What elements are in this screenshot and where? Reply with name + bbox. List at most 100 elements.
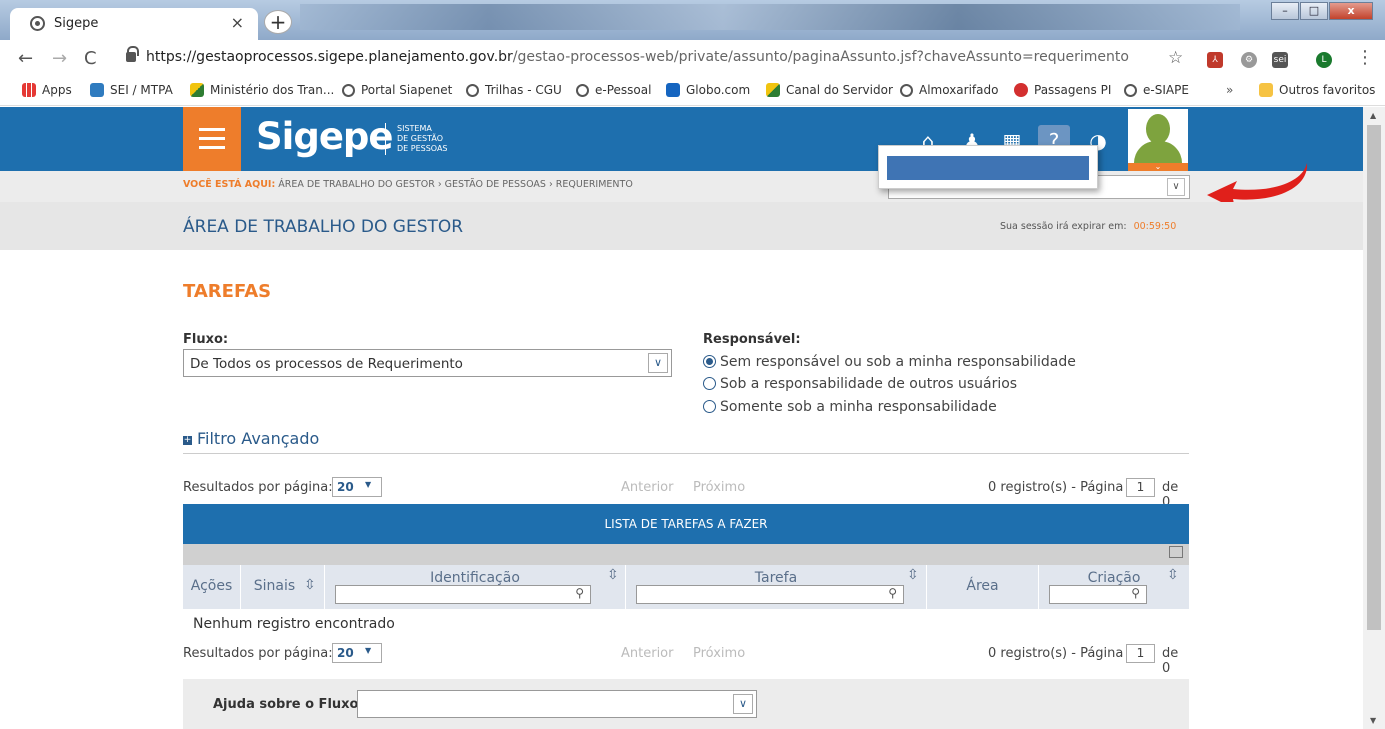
chevron-down-icon[interactable]: ∨	[733, 694, 753, 714]
section-title: TAREFAS	[183, 281, 272, 302]
col-sinais[interactable]: Sinais ⇳	[241, 565, 325, 609]
prev-link[interactable]: Anterior	[621, 646, 673, 661]
sort-icon[interactable]: ⇳	[1167, 567, 1179, 583]
sort-icon[interactable]: ⇳	[304, 577, 316, 593]
radio-minha-responsabilidade[interactable]: Somente sob a minha responsabilidade	[703, 399, 997, 415]
pager-bottom: Resultados por página: 20 ▼ Anterior Próx…	[183, 643, 1189, 676]
chevron-down-icon[interactable]: ∨	[648, 353, 668, 373]
rpp-label: Resultados por página:	[183, 646, 333, 661]
back-icon[interactable]: ←	[18, 48, 33, 69]
ajuda-fluxo-panel: Ajuda sobre o Fluxo ∨	[183, 679, 1189, 729]
col-tarefa[interactable]: Tarefa ⇳ ⚲	[626, 565, 927, 609]
chevron-down-icon[interactable]: ∨	[1167, 178, 1185, 196]
breadcrumb-here-label: VOCÊ ESTÁ AQUI:	[183, 179, 276, 190]
radio-checked-icon[interactable]	[703, 355, 716, 368]
profile-icon[interactable]: L	[1316, 52, 1332, 68]
page-total: de 0	[1162, 646, 1179, 676]
breadcrumb-item-area[interactable]: ÁREA DE TRABALHO DO GESTOR	[278, 179, 435, 190]
scroll-up-icon[interactable]: ▲	[1370, 111, 1376, 120]
session-time: 00:59:50	[1133, 221, 1177, 232]
rpp-select[interactable]: 20 ▼	[332, 477, 382, 497]
tab-title: Sigepe	[54, 16, 99, 31]
globe-icon	[466, 84, 479, 97]
sei-extension-icon[interactable]: sei	[1272, 52, 1288, 68]
profile-popup-highlight[interactable]	[887, 156, 1089, 180]
fluxo-select[interactable]: De Todos os processos de Requerimento ∨	[183, 349, 672, 377]
flag-icon	[190, 83, 204, 97]
page-title: ÁREA DE TRABALHO DO GESTOR	[183, 217, 464, 237]
bookmark-apps[interactable]: Apps	[22, 83, 72, 97]
criacao-filter-input[interactable]: ⚲	[1049, 585, 1147, 604]
radio-unchecked-icon[interactable]	[703, 377, 716, 390]
fluxo-select-value: De Todos os processos de Requerimento	[190, 356, 463, 372]
bookmark-trilhas[interactable]: Trilhas - CGU	[466, 83, 562, 97]
reload-icon[interactable]: C	[84, 48, 97, 69]
bookmark-epessoal[interactable]: e-Pessoal	[576, 83, 651, 97]
logo-subtitle: SISTEMA DE GESTÃO DE PESSOAS	[397, 124, 448, 153]
chevron-right-icon: ›	[437, 179, 445, 190]
next-link[interactable]: Próximo	[693, 646, 745, 661]
close-window-button[interactable]: x	[1329, 2, 1373, 20]
session-timer: Sua sessão irá expirar em: 00:59:50	[1000, 221, 1176, 232]
bookmark-ministerio[interactable]: Ministério dos Tran...	[190, 83, 334, 97]
tab-close-icon[interactable]: ×	[231, 13, 244, 32]
hamburger-menu-button[interactable]	[183, 107, 241, 171]
bookmark-almoxarifado[interactable]: Almoxarifado	[900, 83, 998, 97]
bookmark-sei[interactable]: SEI / MTPA	[90, 83, 173, 97]
new-tab-button[interactable]: +	[264, 10, 292, 34]
tarefa-filter-input[interactable]: ⚲	[636, 585, 904, 604]
apps-grid-icon	[22, 83, 36, 97]
plus-icon: +	[183, 435, 192, 445]
identificacao-filter-input[interactable]: ⚲	[335, 585, 591, 604]
url-field[interactable]: https://gestaoprocessos.sigepe.planejame…	[116, 44, 1196, 72]
profile-popup[interactable]	[878, 145, 1098, 189]
breadcrumb-item-gestao[interactable]: GESTÃO DE PESSOAS	[445, 179, 546, 190]
bookmark-other[interactable]: Outros favoritos	[1259, 83, 1375, 97]
browser-menu-icon[interactable]: ⋮	[1356, 47, 1374, 68]
page-scrollbar[interactable]: ▲ ▼	[1363, 107, 1385, 729]
bookmark-star-icon[interactable]: ☆	[1168, 48, 1183, 68]
settings-extension-icon[interactable]: ⚙	[1241, 52, 1257, 68]
registros-count: 0 registro(s) - Página	[988, 480, 1124, 495]
maximize-button[interactable]: □	[1300, 2, 1328, 20]
globe-icon	[576, 84, 589, 97]
avatar[interactable]: ⌄	[1128, 109, 1188, 171]
prev-link[interactable]: Anterior	[621, 480, 673, 495]
ajuda-select[interactable]: ∨	[357, 690, 757, 718]
next-link[interactable]: Próximo	[693, 480, 745, 495]
logo-divider	[385, 123, 386, 155]
bookmark-canal[interactable]: Canal do Servidor	[766, 83, 893, 97]
filtro-avancado-toggle[interactable]: + Filtro Avançado	[183, 429, 319, 448]
expand-icon[interactable]	[1169, 546, 1183, 558]
bookmark-globo[interactable]: Globo.com	[666, 83, 750, 97]
col-identificacao[interactable]: Identificação ⇳ ⚲	[325, 565, 626, 609]
minimize-button[interactable]: –	[1271, 2, 1299, 20]
radio-outros-usuarios[interactable]: Sob a responsabilidade de outros usuário…	[703, 376, 1017, 392]
page-viewport: Sigepe SISTEMA DE GESTÃO DE PESSOAS ⌂ ♟ …	[0, 107, 1363, 729]
browser-tab[interactable]: Sigepe ×	[10, 8, 258, 40]
radio-unchecked-icon[interactable]	[703, 400, 716, 413]
rpp-select[interactable]: 20 ▼	[332, 643, 382, 663]
bookmarks-more[interactable]: »	[1226, 83, 1233, 97]
bookmark-passagens[interactable]: Passagens PI	[1014, 83, 1111, 97]
scrollbar-thumb[interactable]	[1367, 125, 1381, 630]
forward-icon[interactable]: →	[52, 48, 67, 69]
caret-down-icon: ▼	[365, 480, 372, 489]
page-input[interactable]: 1	[1126, 478, 1155, 497]
sigepe-logo: Sigepe	[256, 115, 393, 158]
col-criacao[interactable]: Criação ⇳ ⚲	[1039, 565, 1189, 609]
breadcrumb-item-requerimento: REQUERIMENTO	[555, 179, 633, 190]
bookmark-siapenet[interactable]: Portal Siapenet	[342, 83, 452, 97]
chevron-down-icon: ⌄	[1128, 163, 1188, 171]
scroll-down-icon[interactable]: ▼	[1370, 716, 1376, 725]
breadcrumb: VOCÊ ESTÁ AQUI: ÁREA DE TRABALHO DO GEST…	[183, 179, 633, 190]
window-controls: – □ x	[1270, 2, 1373, 20]
sort-icon[interactable]: ⇳	[607, 567, 619, 583]
page-input[interactable]: 1	[1126, 644, 1155, 663]
pdf-extension-icon[interactable]: ⅄	[1207, 52, 1223, 68]
bookmark-esiape[interactable]: e-SIAPE	[1124, 83, 1189, 97]
radio-sem-responsavel[interactable]: Sem responsável ou sob a minha responsab…	[703, 354, 1076, 370]
lock-icon	[126, 46, 139, 62]
sort-icon[interactable]: ⇳	[907, 567, 919, 583]
flag-icon	[766, 83, 780, 97]
